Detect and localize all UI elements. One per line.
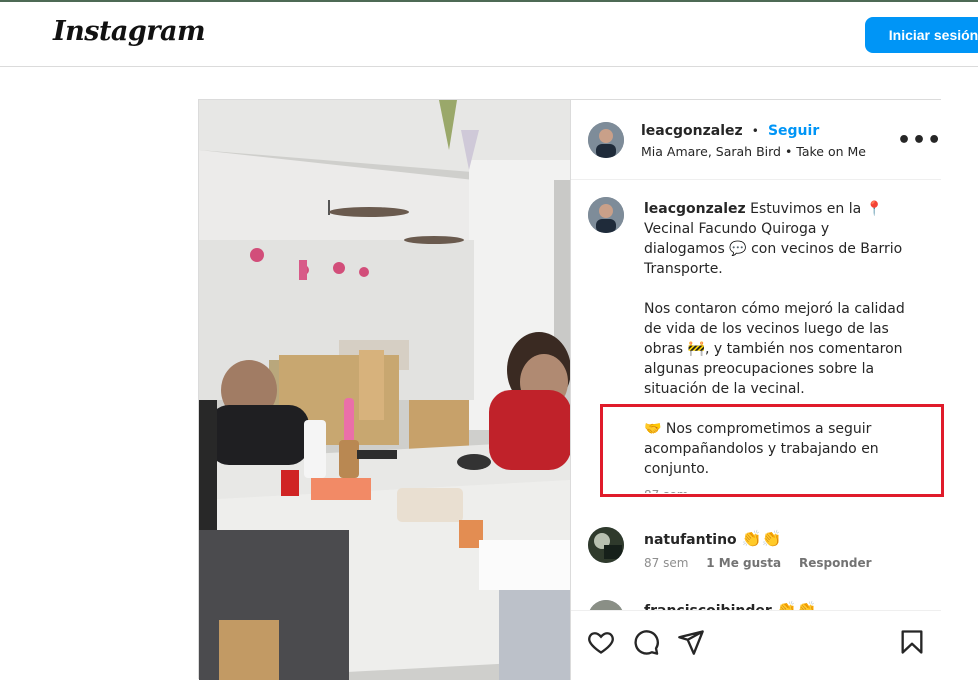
meeting-video-frame xyxy=(199,100,570,680)
post-container: leacgonzalez • Seguir Mia Amare, Sarah B… xyxy=(198,99,944,680)
post-header: leacgonzalez • Seguir Mia Amare, Sarah B… xyxy=(571,100,941,180)
comment-text: 👏👏 xyxy=(741,529,782,548)
top-bar: Instagram Iniciar sesión xyxy=(0,2,978,67)
reply-button[interactable]: Responder xyxy=(799,556,872,570)
highlight-box xyxy=(600,404,944,497)
separator-dot: • xyxy=(751,124,759,138)
share-icon[interactable] xyxy=(677,628,705,656)
post-video[interactable] xyxy=(199,100,571,680)
caption-avatar[interactable] xyxy=(588,197,624,233)
avatar-icon xyxy=(588,197,624,233)
post-side-panel: leacgonzalez • Seguir Mia Amare, Sarah B… xyxy=(571,100,944,680)
caption-username[interactable]: leacgonzalez xyxy=(644,201,746,217)
avatar-icon xyxy=(588,527,624,563)
avatar-icon xyxy=(588,122,624,158)
avatar-icon xyxy=(588,600,624,610)
comment-icon[interactable] xyxy=(632,628,660,656)
comment-avatar[interactable] xyxy=(588,600,624,610)
audio-label[interactable]: Mia Amare, Sarah Bird • Take on Me xyxy=(641,144,866,159)
comment-time: 87 sem xyxy=(644,556,689,570)
comment-username[interactable]: natufantino xyxy=(644,532,737,548)
avatar[interactable] xyxy=(588,122,624,158)
comment-likes[interactable]: 1 Me gusta xyxy=(706,556,781,570)
instagram-logo[interactable]: Instagram xyxy=(53,16,206,47)
login-button[interactable]: Iniciar sesión xyxy=(865,17,978,53)
comment-avatar[interactable] xyxy=(588,527,624,563)
more-options-icon[interactable]: ••• xyxy=(897,128,942,153)
bookmark-icon[interactable] xyxy=(898,628,926,656)
post-username[interactable]: leacgonzalez xyxy=(641,123,743,139)
comment-username[interactable]: franciscoibinder xyxy=(644,603,772,610)
heart-icon[interactable] xyxy=(587,628,615,656)
comment-item-partial: franciscoibinder 👏👏 xyxy=(571,596,941,610)
action-bar xyxy=(571,610,941,680)
follow-button[interactable]: Seguir xyxy=(768,123,819,139)
comment-item: natufantino 👏👏 87 sem 1 Me gusta Respond… xyxy=(644,529,924,570)
caption-paragraph-2: Nos contaron cómo mejoró la calidad de v… xyxy=(644,301,905,397)
comment-text: 👏👏 xyxy=(776,600,817,610)
